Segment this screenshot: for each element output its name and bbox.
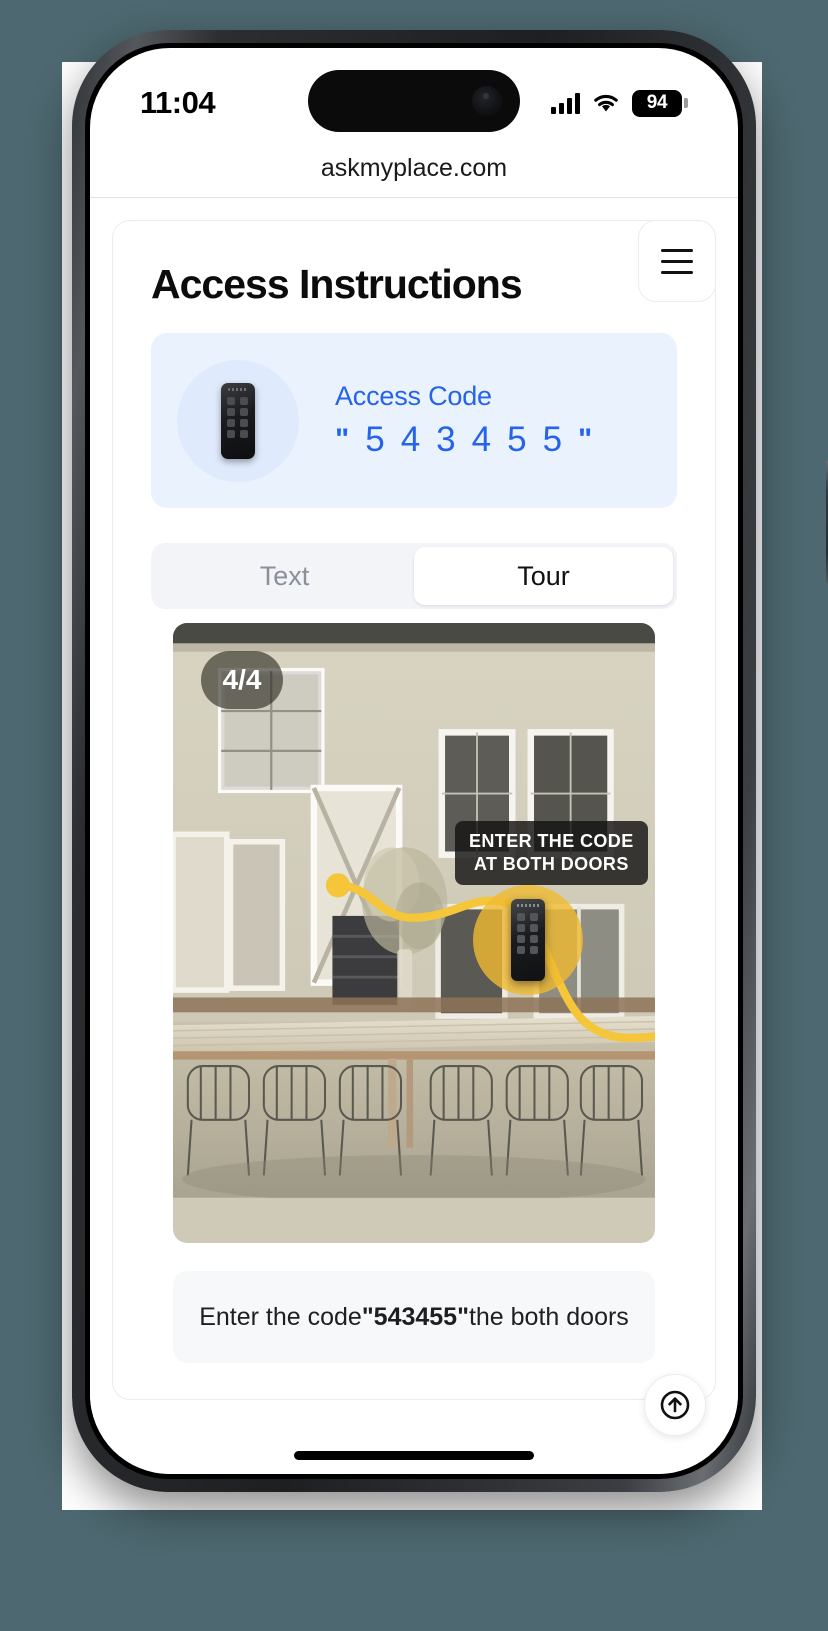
status-time: 11:04 [140, 85, 216, 120]
phone-screen: 11:04 94 askmyplace.com Access Instructi… [90, 48, 738, 1474]
battery-tip [684, 98, 688, 108]
tab-tour[interactable]: Tour [414, 547, 673, 605]
access-code-card: Access Code " 5 4 3 4 5 5 " [151, 333, 677, 508]
home-indicator [294, 1451, 534, 1460]
code-digit-2: 4 [400, 420, 421, 459]
code-digit-3: 3 [436, 420, 456, 459]
battery-level: 94 [632, 89, 682, 117]
quote-close: " [578, 423, 593, 456]
callout-line-1: ENTER THE CODE [469, 831, 634, 851]
scroll-to-top-button[interactable] [644, 1374, 706, 1436]
phone-device-frame: 11:04 94 askmyplace.com Access Instructi… [72, 30, 828, 1492]
code-digit-4: 4 [471, 420, 492, 459]
quote-open: " [335, 423, 350, 456]
hamburger-menu-button[interactable] [638, 220, 716, 302]
cellular-bars-icon [551, 92, 580, 114]
keypad-lock-icon [511, 899, 545, 981]
tour-callout-label: ENTER THE CODE AT BOTH DOORS [455, 821, 648, 886]
access-code-value: " 5 4 3 4 5 5 " [335, 420, 592, 460]
caption-suffix: the both doors [468, 1302, 629, 1331]
code-digit-5: 5 [507, 420, 527, 459]
arrow-up-circle-icon [660, 1390, 690, 1420]
device-bezel: 11:04 94 askmyplace.com Access Instructi… [85, 43, 743, 1479]
hamburger-menu-icon [661, 245, 693, 278]
keypad-lock-icon [221, 382, 255, 459]
battery-icon: 94 [632, 89, 688, 117]
tour-step-badge: 4/4 [201, 651, 283, 709]
wifi-icon [594, 94, 618, 112]
main-card: Access Instructions Access Code " 5 4 3 … [112, 220, 716, 1400]
tour-spotlight-highlight [473, 885, 583, 995]
access-code-label: Access Code [335, 381, 492, 411]
tab-text[interactable]: Text [155, 547, 414, 605]
browser-url-bar[interactable]: askmyplace.com [90, 140, 738, 198]
tour-caption: Enter the code "543455" the both doors [173, 1271, 655, 1363]
view-mode-tabs: Text Tour [151, 543, 677, 609]
callout-line-2: AT BOTH DOORS [473, 854, 629, 875]
url-text: askmyplace.com [320, 154, 508, 182]
code-digit-6: 5 [542, 420, 563, 459]
keypad-lock-icon-wrapper [177, 359, 299, 482]
front-camera-icon [472, 86, 502, 116]
page-title: Access Instructions [151, 261, 523, 307]
dynamic-island [308, 70, 520, 132]
tour-image-viewer[interactable]: 4/4 ENTER THE CODE AT BOTH DOORS [173, 623, 655, 1243]
access-code-text: Access Code " 5 4 3 4 5 5 " [335, 381, 592, 460]
code-digit-1: 5 [365, 420, 385, 459]
caption-prefix: Enter the code [199, 1302, 362, 1331]
status-bar: 11:04 94 [90, 48, 738, 140]
page-content: Access Instructions Access Code " 5 4 3 … [90, 198, 738, 1474]
status-indicators: 94 [551, 89, 688, 117]
caption-code: "543455" [361, 1302, 469, 1331]
guidance-path-icon [325, 873, 655, 1043]
